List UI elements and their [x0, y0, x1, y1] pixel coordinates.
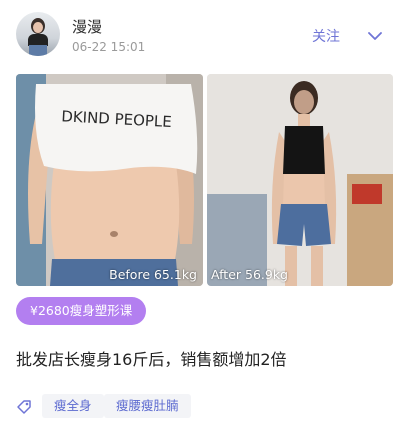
chevron-down-icon[interactable]	[366, 28, 384, 44]
before-weight-label: Before 65.1kg	[109, 267, 197, 282]
after-photo-image	[207, 74, 393, 286]
author-name[interactable]: 漫漫	[72, 16, 102, 37]
before-photo-image: DKIND PEOPLE	[16, 74, 203, 286]
after-photo[interactable]: After 56.9kg	[207, 74, 393, 286]
follow-button[interactable]: 关注	[312, 26, 340, 46]
before-photo[interactable]: DKIND PEOPLE Before 65.1kg	[16, 74, 203, 286]
avatar[interactable]	[16, 12, 60, 56]
post-timestamp: 06-22 15:01	[72, 40, 146, 54]
course-price-tag[interactable]: ¥2680瘦身塑形课	[16, 297, 147, 325]
post-header: 漫漫 06-22 15:01 关注	[0, 0, 410, 70]
post-content-text: 批发店长瘦身16斤后，销售额增加2倍	[16, 350, 287, 369]
topic-tag-waist-belly[interactable]: 瘦腰瘦肚腩	[104, 394, 191, 418]
tag-icon	[17, 400, 31, 414]
after-weight-label: After 56.9kg	[211, 267, 288, 282]
topic-tag-full-body[interactable]: 瘦全身	[42, 394, 104, 418]
